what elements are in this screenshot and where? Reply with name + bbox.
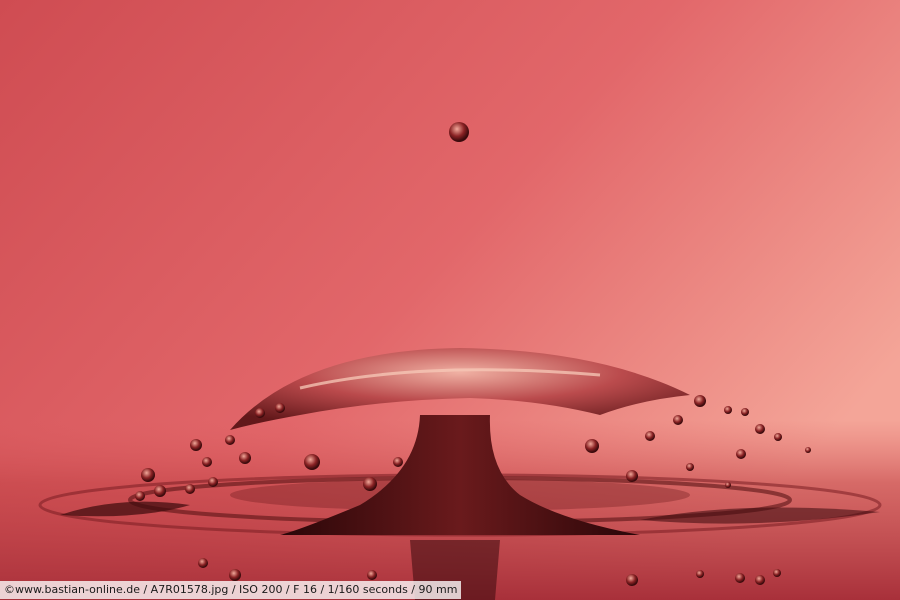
droplet bbox=[673, 415, 683, 425]
falling-drop bbox=[449, 122, 469, 142]
droplet bbox=[774, 433, 782, 441]
droplet bbox=[208, 477, 218, 487]
droplet bbox=[229, 569, 241, 581]
droplet bbox=[304, 454, 320, 470]
droplet bbox=[225, 435, 235, 445]
droplet bbox=[805, 447, 811, 453]
photo-frame: ©www.bastian-online.de / A7R01578.jpg / … bbox=[0, 0, 900, 600]
droplet bbox=[725, 482, 731, 488]
droplet bbox=[755, 575, 765, 585]
droplet bbox=[190, 439, 202, 451]
droplet bbox=[255, 408, 265, 418]
droplet bbox=[741, 408, 749, 416]
droplet bbox=[202, 457, 212, 467]
droplet bbox=[755, 424, 765, 434]
droplet bbox=[275, 403, 285, 413]
droplet bbox=[686, 463, 694, 471]
droplet bbox=[135, 491, 145, 501]
droplet bbox=[239, 452, 251, 464]
droplet bbox=[724, 406, 732, 414]
droplet bbox=[694, 395, 706, 407]
splash-photo bbox=[0, 0, 900, 600]
droplet bbox=[773, 569, 781, 577]
droplet bbox=[585, 439, 599, 453]
droplet bbox=[154, 485, 166, 497]
droplet bbox=[626, 470, 638, 482]
droplet bbox=[393, 457, 403, 467]
droplet bbox=[198, 558, 208, 568]
copyright-caption: ©www.bastian-online.de / A7R01578.jpg / … bbox=[0, 581, 462, 599]
droplet bbox=[645, 431, 655, 441]
droplet bbox=[141, 468, 155, 482]
droplet bbox=[363, 477, 377, 491]
droplet bbox=[735, 573, 745, 583]
droplet bbox=[696, 570, 704, 578]
droplet bbox=[626, 574, 638, 586]
droplet bbox=[736, 449, 746, 459]
droplet bbox=[185, 484, 195, 494]
droplet bbox=[367, 570, 377, 580]
